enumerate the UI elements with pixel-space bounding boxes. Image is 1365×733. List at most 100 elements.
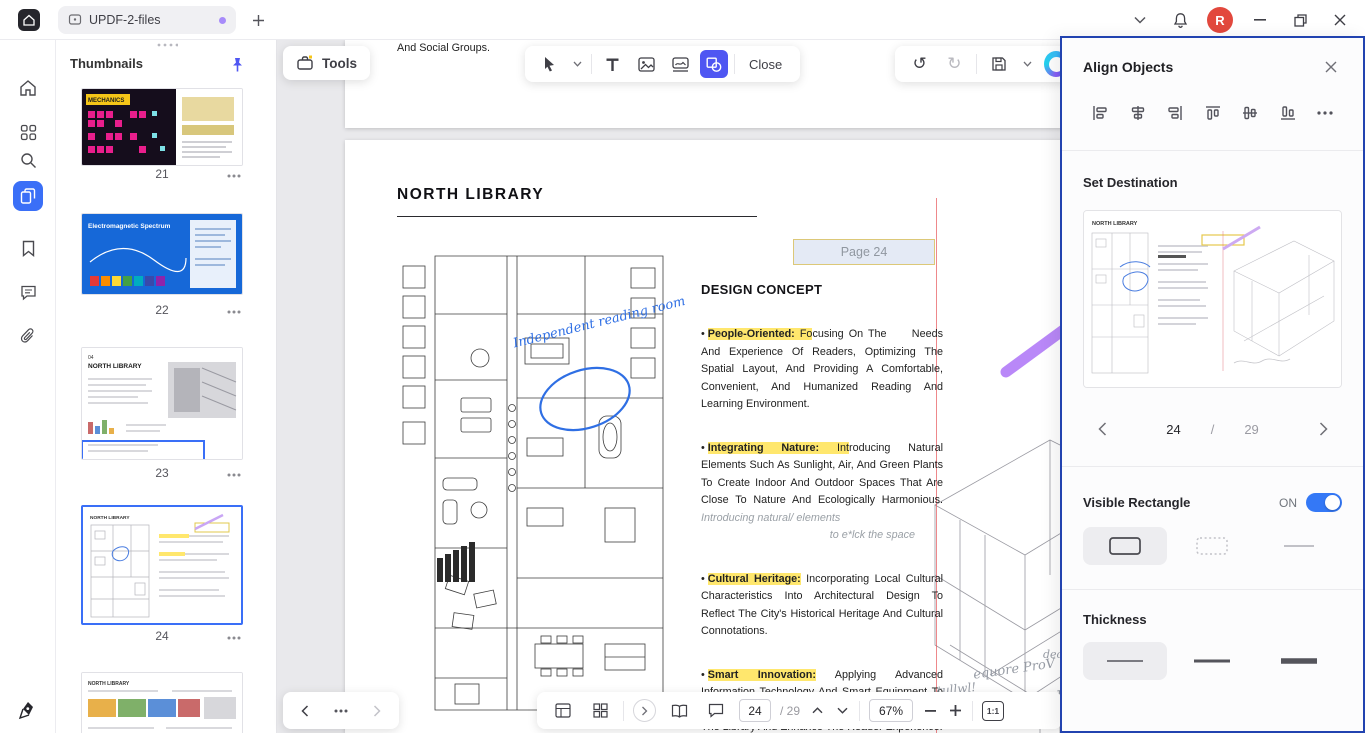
grid-view-button[interactable] bbox=[586, 697, 614, 725]
align-horizontal-center-button[interactable] bbox=[1125, 100, 1151, 126]
user-avatar[interactable]: R bbox=[1207, 7, 1233, 33]
thumbnail-23-more-button[interactable] bbox=[225, 469, 243, 481]
page-more-button[interactable] bbox=[327, 697, 355, 725]
thumbnail-24-more-button[interactable] bbox=[225, 632, 243, 644]
table-view-button[interactable] bbox=[549, 697, 577, 725]
pen-nib-icon bbox=[18, 700, 38, 720]
image-tool-button[interactable] bbox=[632, 50, 660, 78]
save-dropdown[interactable] bbox=[1021, 50, 1036, 78]
select-tool-button[interactable] bbox=[535, 50, 563, 78]
thumbnail-25-preview: NORTH LIBRARY bbox=[82, 673, 242, 733]
home-nav-button[interactable] bbox=[16, 76, 40, 100]
tools-menu-button[interactable]: Tools bbox=[283, 46, 370, 80]
style-solid-rectangle-button[interactable] bbox=[1083, 527, 1167, 565]
redo-button[interactable]: ↻ bbox=[942, 50, 968, 78]
stamp-tool-button[interactable] bbox=[666, 50, 694, 78]
align-objects-panel: Align Objects bbox=[1060, 36, 1365, 733]
attachments-button[interactable] bbox=[16, 324, 40, 348]
reader-mode-button[interactable] bbox=[665, 697, 693, 725]
panel-divider bbox=[1062, 466, 1363, 467]
thick-line-icon bbox=[1279, 656, 1319, 666]
chevron-right-icon bbox=[373, 705, 381, 717]
thickness-medium-button[interactable] bbox=[1170, 642, 1254, 680]
ink-circle-annotation[interactable] bbox=[535, 362, 635, 436]
style-line-button[interactable] bbox=[1257, 527, 1341, 565]
align-bottom-button[interactable] bbox=[1275, 100, 1301, 126]
app-logo[interactable] bbox=[18, 9, 40, 31]
signature-tool-button[interactable] bbox=[16, 698, 40, 722]
plus-icon bbox=[252, 14, 265, 27]
thumbnails-panel-title: Thumbnails bbox=[70, 56, 143, 71]
thumbnail-24-row: 24 bbox=[81, 629, 243, 645]
thickness-thick-button[interactable] bbox=[1257, 642, 1341, 680]
window-restore-button[interactable] bbox=[1287, 7, 1313, 33]
previous-page-button[interactable] bbox=[291, 697, 319, 725]
shapes-tool-button-active[interactable] bbox=[700, 50, 728, 78]
destination-next-button[interactable] bbox=[1310, 416, 1336, 442]
select-tool-dropdown[interactable] bbox=[569, 50, 585, 78]
previous-page-chevron[interactable] bbox=[809, 697, 825, 725]
chevron-right-icon bbox=[641, 706, 648, 716]
bell-icon bbox=[1172, 12, 1189, 29]
comment-icon bbox=[20, 284, 37, 301]
comments-button[interactable] bbox=[16, 280, 40, 304]
window-minimize-button[interactable] bbox=[1247, 7, 1273, 33]
tab-file-icon bbox=[68, 13, 82, 27]
body-text: •People-Oriented: Focusing On The Needs … bbox=[701, 326, 943, 733]
expand-bar-button[interactable] bbox=[633, 699, 656, 722]
pin-panel-button[interactable] bbox=[226, 54, 248, 76]
comments-toggle-button[interactable] bbox=[702, 697, 730, 725]
destination-preview[interactable]: NORTH LIBRARY bbox=[1083, 210, 1342, 388]
visible-area-rectangle[interactable] bbox=[81, 440, 205, 460]
collapse-toolbar-button[interactable] bbox=[1127, 7, 1153, 33]
thin-line-icon bbox=[1105, 657, 1145, 665]
thumbnails-panel-button[interactable] bbox=[13, 181, 43, 211]
panel-drag-handle[interactable] bbox=[140, 42, 194, 48]
paperclip-icon bbox=[20, 328, 36, 345]
window-close-button[interactable] bbox=[1327, 7, 1353, 33]
thumbnail-21-preview: MECHANICS bbox=[82, 89, 242, 165]
text-tool-button[interactable] bbox=[598, 50, 626, 78]
actual-size-button[interactable]: 1:1 bbox=[982, 701, 1004, 721]
new-tab-button[interactable] bbox=[248, 10, 268, 30]
next-page-button-disabled[interactable] bbox=[363, 697, 391, 725]
more-align-options-button[interactable] bbox=[1312, 100, 1338, 126]
align-top-button[interactable] bbox=[1200, 100, 1226, 126]
zoom-level-control[interactable]: 67% bbox=[869, 699, 913, 722]
align-left-button[interactable] bbox=[1087, 100, 1113, 126]
comment-icon bbox=[708, 703, 724, 718]
thumbnail-22-more-button[interactable] bbox=[225, 306, 243, 318]
undo-button[interactable]: ↺ bbox=[907, 50, 933, 78]
thickness-options bbox=[1083, 642, 1342, 680]
document-tab[interactable]: UPDF-2-files bbox=[58, 6, 236, 34]
apps-grid-button[interactable] bbox=[16, 120, 40, 144]
zoom-out-button[interactable] bbox=[922, 697, 938, 725]
notifications-button[interactable] bbox=[1167, 7, 1193, 33]
zoom-in-button[interactable] bbox=[947, 697, 963, 725]
shapes-icon bbox=[706, 57, 722, 72]
align-right-button[interactable] bbox=[1162, 100, 1188, 126]
page-number-input[interactable] bbox=[739, 699, 771, 722]
destination-prev-button[interactable] bbox=[1089, 416, 1115, 442]
thumbnail-23-row: 23 bbox=[81, 466, 243, 482]
visible-rectangle-toggle[interactable] bbox=[1306, 493, 1342, 512]
page-thumbnail-21[interactable]: MECHANICS bbox=[81, 88, 243, 166]
page-thumbnail-24-current[interactable]: NORTH LIBRARY bbox=[81, 505, 243, 625]
thumbnail-22-row: 22 bbox=[81, 303, 243, 319]
page-thumbnail-22[interactable]: Electromagnetic Spectrum bbox=[81, 213, 243, 295]
thickness-thin-button[interactable] bbox=[1083, 642, 1167, 680]
close-toolbar-button[interactable]: Close bbox=[741, 57, 790, 72]
next-page-chevron[interactable] bbox=[834, 697, 850, 725]
align-vertical-center-button[interactable] bbox=[1237, 100, 1263, 126]
stamp-icon bbox=[672, 57, 689, 72]
bookmarks-button[interactable] bbox=[16, 236, 40, 260]
page-thumbnail-25[interactable]: NORTH LIBRARY bbox=[81, 672, 243, 733]
minus-icon bbox=[925, 710, 936, 712]
panel-close-button[interactable] bbox=[1320, 56, 1342, 78]
page-link-textbox[interactable]: Page 24 bbox=[793, 239, 935, 265]
style-dotted-rectangle-button[interactable] bbox=[1170, 527, 1254, 565]
save-button[interactable] bbox=[986, 50, 1012, 78]
thumbnail-21-more-button[interactable] bbox=[225, 170, 243, 182]
page-thumbnail-23[interactable]: 04 NORTH LIBRARY bbox=[81, 347, 243, 460]
search-button[interactable] bbox=[16, 148, 40, 172]
